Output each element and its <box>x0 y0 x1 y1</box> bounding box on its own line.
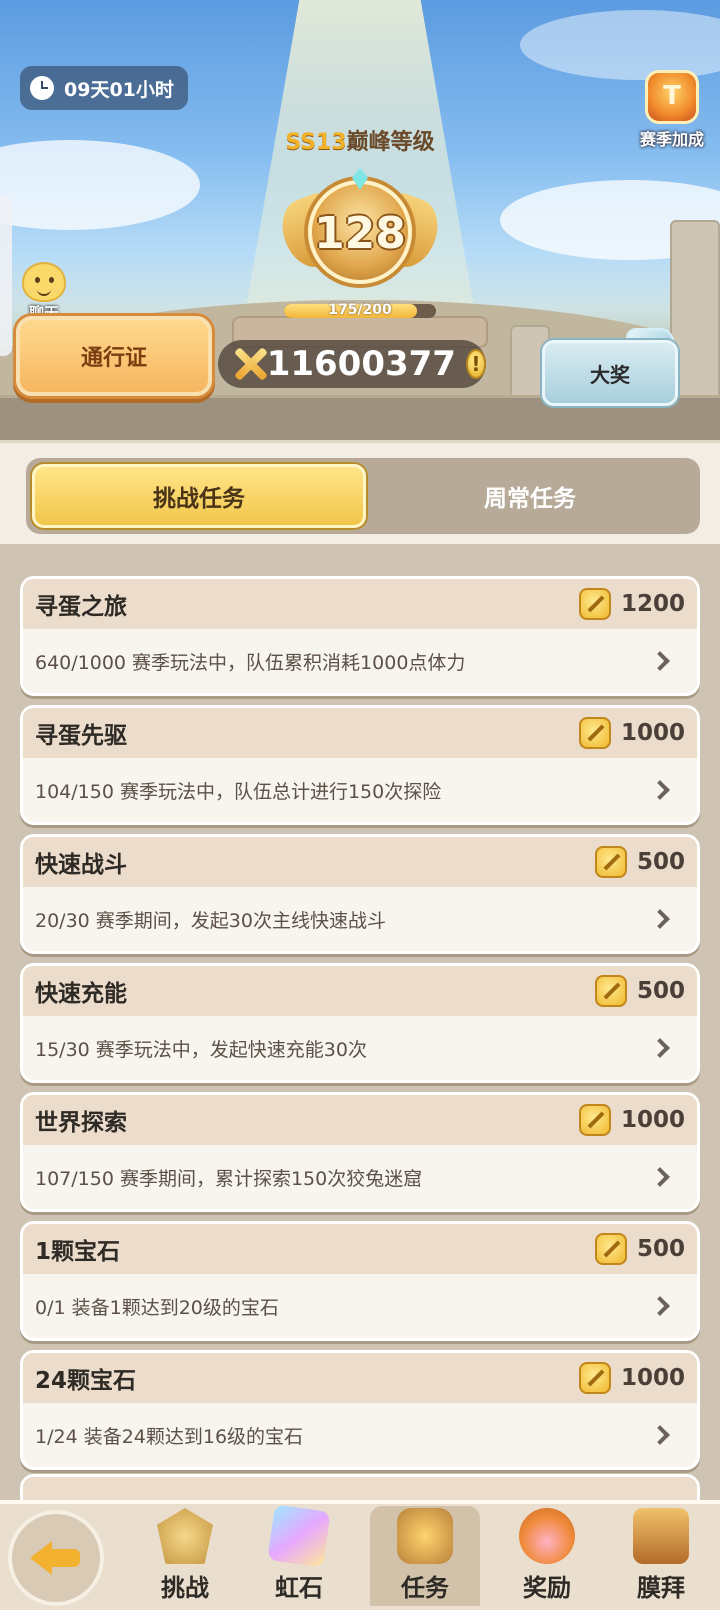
season-code: SS13 <box>285 130 347 155</box>
reward-token-icon <box>578 717 611 749</box>
chevron-right-icon[interactable] <box>650 1296 670 1316</box>
task-body: 640/1000 赛季玩法中，队伍累积消耗1000点体力 <box>23 629 697 693</box>
task-card[interactable]: 快速充能 500 15/30 赛季玩法中，发起快速充能30次 <box>20 963 700 1083</box>
season-timer: 09天01小时 <box>20 66 188 110</box>
reward-icon <box>519 1508 575 1564</box>
task-description: 15/30 赛季玩法中，发起快速充能30次 <box>35 1038 367 1061</box>
task-header: 寻蛋先驱 1000 <box>23 708 697 758</box>
level-progress-text: 175/200 <box>328 302 392 318</box>
reward-token-icon <box>578 588 611 620</box>
reward-token-icon <box>578 1362 611 1394</box>
nav-label: 挑战 <box>161 1574 209 1602</box>
task-reward: 1000 <box>620 1365 685 1391</box>
level-badge: 128 <box>273 168 447 308</box>
chat-button[interactable]: 聊天 <box>14 262 74 323</box>
task-card[interactable]: 寻蛋之旅 1200 640/1000 赛季玩法中，队伍累积消耗1000点体力 <box>20 576 700 696</box>
level-number: 128 <box>314 208 406 259</box>
task-title: 世界探索 <box>35 1110 127 1136</box>
task-header: 1颗宝石 500 <box>23 1224 697 1274</box>
task-card[interactable]: 快速战斗 500 20/30 赛季期间，发起30次主线快速战斗 <box>20 834 700 954</box>
chevron-right-icon[interactable] <box>650 909 670 929</box>
tab-weekly-tasks[interactable]: 周常任务 <box>366 464 694 528</box>
task-body: 20/30 赛季期间，发起30次主线快速战斗 <box>23 887 697 951</box>
challenge-icon <box>157 1508 213 1564</box>
clock-icon <box>30 76 54 100</box>
reward-token-icon <box>594 1233 627 1265</box>
side-drawer-handle[interactable] <box>0 196 12 356</box>
task-header: 世界探索 1000 <box>23 1095 697 1145</box>
task-title: 快速充能 <box>35 981 127 1007</box>
nav-challenge[interactable]: 挑战 <box>130 1506 240 1606</box>
task-header: 寻蛋之旅 1200 <box>23 579 697 629</box>
nav-label: 奖励 <box>523 1574 571 1602</box>
task-description: 20/30 赛季期间，发起30次主线快速战斗 <box>35 909 386 932</box>
battle-pass-button[interactable]: 通行证 <box>16 316 212 396</box>
reward-token-icon <box>594 975 627 1007</box>
task-title: 24颗宝石 <box>35 1368 137 1394</box>
nav-label: 膜拜 <box>637 1574 685 1602</box>
task-card[interactable]: 世界探索 1000 107/150 赛季期间，累计探索150次狡兔迷窟 <box>20 1092 700 1212</box>
task-reward: 500 <box>636 1236 685 1262</box>
chat-face-icon <box>22 262 66 302</box>
back-arrow-icon <box>30 1541 82 1575</box>
nav-worship[interactable]: 膜拜 <box>606 1506 716 1606</box>
task-reward: 500 <box>636 978 685 1004</box>
worship-icon <box>633 1508 689 1564</box>
task-card[interactable]: 1颗宝石 500 0/1 装备1颗达到20级的宝石 <box>20 1221 700 1341</box>
nav-label: 任务 <box>401 1574 449 1602</box>
points-value: 11600377 <box>266 344 456 384</box>
task-reward: 1000 <box>620 1107 685 1133</box>
chevron-right-icon[interactable] <box>650 1038 670 1058</box>
grand-prize-button[interactable]: 大奖 <box>542 340 678 406</box>
chevron-right-icon[interactable] <box>650 651 670 671</box>
tab-challenge-tasks[interactable]: 挑战任务 <box>32 464 366 528</box>
task-reward: 500 <box>636 849 685 875</box>
chevron-right-icon[interactable] <box>650 780 670 800</box>
rank-title: SS13巅峰等级 <box>0 124 720 156</box>
task-tabs: 挑战任务 周常任务 <box>26 458 700 534</box>
reward-token-icon <box>578 1104 611 1136</box>
task-body: 15/30 赛季玩法中，发起快速充能30次 <box>23 1016 697 1080</box>
task-description: 104/150 赛季玩法中，队伍总计进行150次探险 <box>35 780 442 803</box>
task-description: 0/1 装备1颗达到20级的宝石 <box>35 1296 279 1319</box>
task-reward: 1000 <box>620 720 685 746</box>
task-icon <box>397 1508 453 1564</box>
task-body: 0/1 装备1颗达到20级的宝石 <box>23 1274 697 1338</box>
rainbow-stone-icon <box>267 1504 331 1568</box>
season-bonus-icon <box>645 70 699 124</box>
task-body: 107/150 赛季期间，累计探索150次狡兔迷窟 <box>23 1145 697 1209</box>
task-title: 寻蛋先驱 <box>35 723 127 749</box>
task-title: 1颗宝石 <box>35 1239 121 1265</box>
task-header: 快速充能 500 <box>23 966 697 1016</box>
task-body: 104/150 赛季玩法中，队伍总计进行150次探险 <box>23 758 697 822</box>
task-title: 寻蛋之旅 <box>35 594 127 620</box>
crossed-swords-icon <box>230 344 255 384</box>
task-title: 快速战斗 <box>35 852 127 878</box>
points-display: 11600377 ! <box>218 340 486 388</box>
nav-rainbow-stone[interactable]: 虹石 <box>244 1504 354 1606</box>
timer-text: 09天01小时 <box>64 78 174 101</box>
task-card[interactable]: 24颗宝石 1000 1/24 装备24颗达到16级的宝石 <box>20 1350 700 1470</box>
task-reward: 1200 <box>620 591 685 617</box>
task-description: 1/24 装备24颗达到16级的宝石 <box>35 1425 304 1448</box>
nav-rewards[interactable]: 奖励 <box>492 1506 602 1606</box>
info-icon[interactable]: ! <box>465 349 486 379</box>
chevron-right-icon[interactable] <box>650 1425 670 1445</box>
reward-token-icon <box>594 846 627 878</box>
nav-label: 虹石 <box>275 1574 323 1602</box>
task-card[interactable]: 寻蛋先驱 1000 104/150 赛季玩法中，队伍总计进行150次探险 <box>20 705 700 825</box>
chevron-right-icon[interactable] <box>650 1167 670 1187</box>
task-header: 快速战斗 500 <box>23 837 697 887</box>
rank-name: 巅峰等级 <box>346 130 435 155</box>
nav-tasks[interactable]: 任务 <box>370 1506 480 1606</box>
task-description: 107/150 赛季期间，累计探索150次狡兔迷窟 <box>35 1167 423 1190</box>
task-header: 24颗宝石 1000 <box>23 1353 697 1403</box>
task-description: 640/1000 赛季玩法中，队伍累积消耗1000点体力 <box>35 651 466 674</box>
back-button[interactable] <box>8 1510 104 1606</box>
task-body: 1/24 装备24颗达到16级的宝石 <box>23 1403 697 1467</box>
